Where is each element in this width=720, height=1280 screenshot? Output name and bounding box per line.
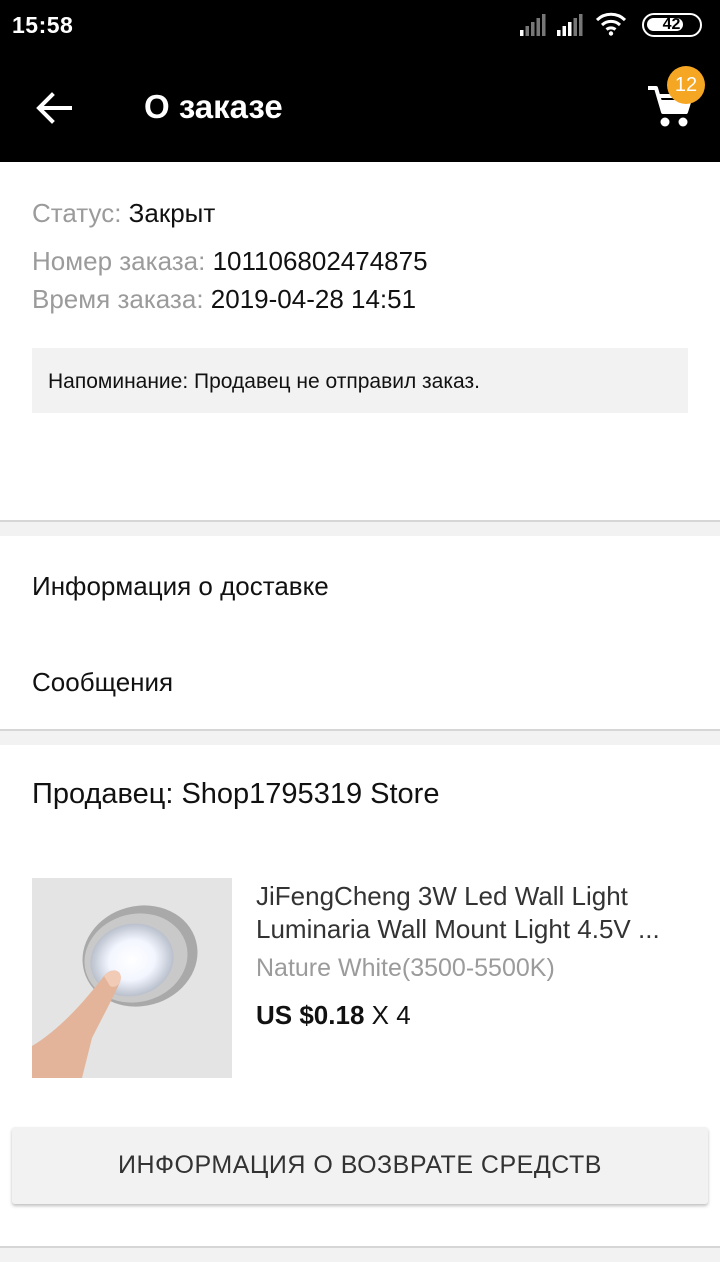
signal-icon: [520, 14, 546, 36]
product-quantity: X 4: [371, 1000, 411, 1030]
order-time-value: 2019-04-28 14:51: [210, 284, 417, 314]
section-divider: [0, 729, 720, 745]
product-variant: Nature White(3500-5500K): [256, 954, 555, 982]
order-number-row: Номер заказа: 101106802474875: [32, 246, 428, 277]
battery-level: 42: [662, 16, 681, 33]
status-bar: 15:58 42: [0, 0, 720, 52]
section-divider: [0, 1246, 720, 1262]
seller-name[interactable]: Продавец: Shop1795319 Store: [32, 778, 439, 811]
back-arrow-icon[interactable]: [32, 86, 76, 130]
order-time-row: Время заказа: 2019-04-28 14:51: [32, 284, 416, 315]
product-price: US $0.18: [256, 1000, 365, 1030]
app-bar: О заказе 12: [0, 52, 720, 162]
refund-info-button[interactable]: ИНФОРМАЦИЯ О ВОЗВРАТЕ СРЕДСТВ: [12, 1127, 708, 1204]
order-number-value: 101106802474875: [212, 246, 428, 276]
status-value: Закрыт: [128, 198, 216, 228]
cart-count-badge[interactable]: 12: [667, 66, 705, 104]
wifi-icon: [596, 12, 626, 36]
signal-icon: [557, 14, 583, 36]
order-status-row: Статус: Закрыт: [32, 198, 215, 229]
product-title[interactable]: JiFengCheng 3W Led Wall Light Luminaria …: [256, 880, 696, 946]
status-label: Статус:: [32, 198, 122, 228]
product-photo-icon: [32, 878, 232, 1078]
status-time: 15:58: [12, 12, 74, 38]
order-number-label: Номер заказа:: [32, 246, 206, 276]
product-image[interactable]: [32, 878, 232, 1078]
delivery-info-link[interactable]: Информация о доставке: [32, 571, 329, 602]
reminder-box: Напоминание: Продавец не отправил заказ.: [32, 348, 688, 413]
battery-icon: 42: [642, 13, 702, 37]
order-time-label: Время заказа:: [32, 284, 204, 314]
section-divider: [0, 520, 720, 536]
messages-link[interactable]: Сообщения: [32, 667, 173, 698]
page-title: О заказе: [144, 88, 283, 125]
product-price-row: US $0.18 X 4: [256, 1000, 411, 1031]
